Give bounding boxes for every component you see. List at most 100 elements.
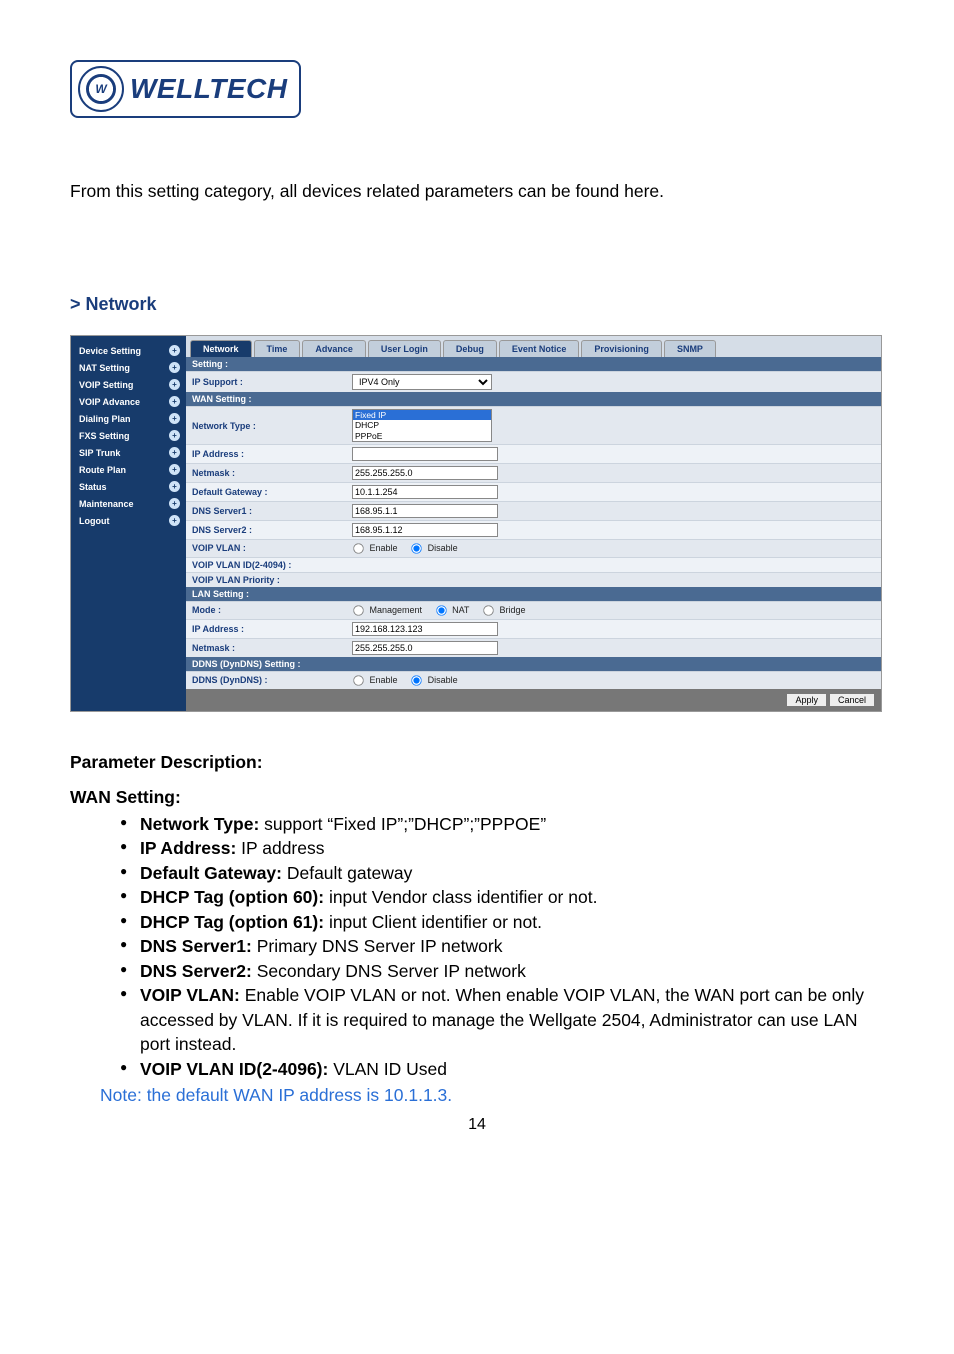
parameter-description-heading: Parameter Description:: [70, 752, 884, 773]
sidebar-item-label: Maintenance: [79, 499, 134, 509]
sidebar-item-label: VOIP Advance: [79, 397, 140, 407]
ddns-enable-radio[interactable]: Enable: [352, 675, 398, 685]
sidebar-item-voip-advance[interactable]: VOIP Advance +: [71, 393, 186, 410]
tab-advance[interactable]: Advance: [302, 340, 366, 357]
logo-text: WELLTECH: [130, 73, 287, 105]
expand-icon: +: [169, 345, 180, 356]
sidebar-item-nat-setting[interactable]: NAT Setting +: [71, 359, 186, 376]
label-network-type: Network Type :: [192, 421, 352, 431]
sidebar-item-label: Device Setting: [79, 346, 141, 356]
list-item: VOIP VLAN: Enable VOIP VLAN or not. When…: [120, 983, 884, 1057]
tab-snmp[interactable]: SNMP: [664, 340, 716, 357]
tab-bar: Network Time Advance User Login Debug Ev…: [186, 336, 881, 357]
sidebar-item-label: VOIP Setting: [79, 380, 133, 390]
sidebar-item-label: Logout: [79, 516, 110, 526]
list-item: VOIP VLAN ID(2-4096): VLAN ID Used: [120, 1057, 884, 1082]
list-item: Network Type: support “Fixed IP”;”DHCP”;…: [120, 812, 884, 837]
ip-address-input[interactable]: [352, 447, 498, 461]
label-ddns: DDNS (DynDNS) :: [192, 675, 352, 685]
main-content: Network Time Advance User Login Debug Ev…: [186, 336, 881, 711]
ddns-disable-radio[interactable]: Disable: [410, 675, 458, 685]
section-header-ddns: DDNS (DynDNS) Setting :: [186, 657, 881, 671]
list-item: Default Gateway: Default gateway: [120, 861, 884, 886]
tab-debug[interactable]: Debug: [443, 340, 497, 357]
intro-text: From this setting category, all devices …: [70, 178, 884, 204]
label-mode: Mode :: [192, 605, 352, 615]
sidebar-item-logout[interactable]: Logout +: [71, 512, 186, 529]
tab-network[interactable]: Network: [190, 340, 252, 357]
lan-netmask-input[interactable]: [352, 641, 498, 655]
label-dns1: DNS Server1 :: [192, 506, 352, 516]
screenshot-panel: Device Setting + NAT Setting + VOIP Settin…: [70, 335, 882, 712]
expand-icon: +: [169, 396, 180, 407]
sidebar-item-status[interactable]: Status +: [71, 478, 186, 495]
list-item: DNS Server1: Primary DNS Server IP netwo…: [120, 934, 884, 959]
list-item: DHCP Tag (option 61): input Client ident…: [120, 910, 884, 935]
voip-vlan-disable-radio[interactable]: Disable: [410, 543, 458, 553]
expand-icon: +: [169, 464, 180, 475]
label-lan-ip: IP Address :: [192, 624, 352, 634]
expand-icon: +: [169, 413, 180, 424]
tab-event-notice[interactable]: Event Notice: [499, 340, 580, 357]
label-vlan-priority: VOIP VLAN Priority :: [192, 575, 352, 585]
tab-user-login[interactable]: User Login: [368, 340, 441, 357]
expand-icon: +: [169, 498, 180, 509]
label-voip-vlan: VOIP VLAN :: [192, 543, 352, 553]
sidebar: Device Setting + NAT Setting + VOIP Settin…: [71, 336, 186, 711]
tab-provisioning[interactable]: Provisioning: [581, 340, 662, 357]
sidebar-item-device-setting[interactable]: Device Setting +: [71, 342, 186, 359]
label-ip-address: IP Address :: [192, 449, 352, 459]
sidebar-item-route-plan[interactable]: Route Plan +: [71, 461, 186, 478]
sidebar-item-voip-setting[interactable]: VOIP Setting +: [71, 376, 186, 393]
sidebar-item-label: FXS Setting: [79, 431, 130, 441]
sidebar-item-fxs-setting[interactable]: FXS Setting +: [71, 427, 186, 444]
list-item: DHCP Tag (option 60): input Vendor class…: [120, 885, 884, 910]
sidebar-item-maintenance[interactable]: Maintenance +: [71, 495, 186, 512]
mode-management-radio[interactable]: Management: [352, 605, 422, 615]
bullet-list: Network Type: support “Fixed IP”;”DHCP”;…: [70, 812, 884, 1082]
sidebar-item-sip-trunk[interactable]: SIP Trunk +: [71, 444, 186, 461]
section-heading: > Network: [70, 294, 884, 315]
sidebar-item-label: NAT Setting: [79, 363, 130, 373]
expand-icon: +: [169, 362, 180, 373]
page-number: 14: [70, 1116, 884, 1134]
label-ip-support: IP Support :: [192, 377, 352, 387]
expand-icon: +: [169, 515, 180, 526]
dns1-input[interactable]: [352, 504, 498, 518]
note-text: Note: the default WAN IP address is 10.1…: [70, 1085, 884, 1106]
logo: W WELLTECH: [70, 60, 884, 118]
expand-icon: +: [169, 481, 180, 492]
default-gateway-input[interactable]: [352, 485, 498, 499]
sidebar-item-label: Route Plan: [79, 465, 126, 475]
section-header-wan: WAN Setting :: [186, 392, 881, 406]
section-header-lan: LAN Setting :: [186, 587, 881, 601]
logo-monogram-icon: W: [78, 66, 124, 112]
section-header-setting: Setting :: [186, 357, 881, 371]
sidebar-item-label: Status: [79, 482, 107, 492]
ip-support-select[interactable]: IPV4 Only: [352, 374, 492, 390]
sidebar-item-label: SIP Trunk: [79, 448, 120, 458]
label-vlan-id: VOIP VLAN ID(2-4094) :: [192, 560, 352, 570]
cancel-button[interactable]: Cancel: [829, 693, 875, 707]
netmask-input[interactable]: [352, 466, 498, 480]
dns2-input[interactable]: [352, 523, 498, 537]
list-item: IP Address: IP address: [120, 836, 884, 861]
lan-ip-input[interactable]: [352, 622, 498, 636]
label-lan-netmask: Netmask :: [192, 643, 352, 653]
mode-nat-radio[interactable]: NAT: [435, 605, 470, 615]
tab-time[interactable]: Time: [254, 340, 301, 357]
sidebar-item-label: Dialing Plan: [79, 414, 131, 424]
expand-icon: +: [169, 379, 180, 390]
network-type-listbox[interactable]: Fixed IP DHCP PPPoE: [352, 409, 492, 442]
apply-button[interactable]: Apply: [786, 693, 827, 707]
expand-icon: +: [169, 447, 180, 458]
voip-vlan-enable-radio[interactable]: Enable: [352, 543, 398, 553]
label-netmask: Netmask :: [192, 468, 352, 478]
mode-bridge-radio[interactable]: Bridge: [482, 605, 526, 615]
label-dns2: DNS Server2 :: [192, 525, 352, 535]
sidebar-item-dialing-plan[interactable]: Dialing Plan +: [71, 410, 186, 427]
label-default-gateway: Default Gateway :: [192, 487, 352, 497]
list-item: DNS Server2: Secondary DNS Server IP net…: [120, 959, 884, 984]
expand-icon: +: [169, 430, 180, 441]
wan-setting-heading: WAN Setting:: [70, 787, 884, 808]
